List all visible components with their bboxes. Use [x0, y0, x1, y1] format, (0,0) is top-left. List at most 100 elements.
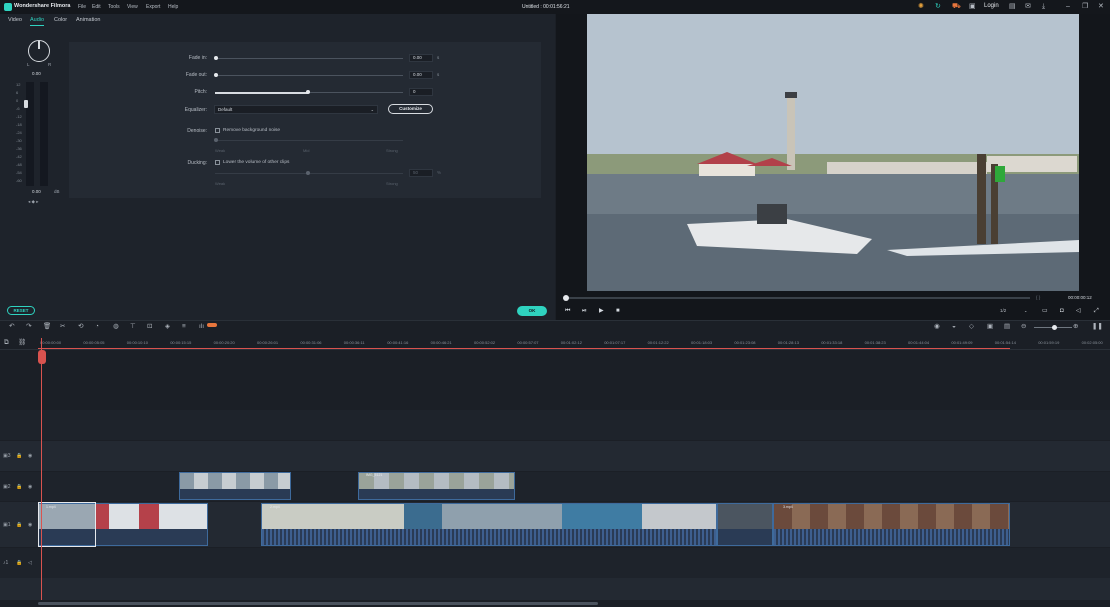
- mail-icon[interactable]: ✉: [1025, 3, 1031, 10]
- timeline-clip[interactable]: [773, 503, 1010, 546]
- lock-icon[interactable]: 🔒: [16, 560, 22, 566]
- left-level-meter: [26, 82, 34, 186]
- play-icon[interactable]: ▶: [599, 308, 604, 314]
- balance-knob[interactable]: [28, 40, 50, 62]
- playhead-handle[interactable]: [38, 350, 46, 364]
- fade-in-input[interactable]: 0.00: [409, 54, 433, 62]
- prev-frame-icon[interactable]: ⏮: [565, 308, 570, 314]
- marker-icon[interactable]: ◒: [952, 323, 956, 331]
- ducking-thumb[interactable]: [306, 171, 310, 175]
- stop-icon[interactable]: ■: [616, 308, 620, 314]
- keyframe-icon[interactable]: ◈: [165, 323, 170, 331]
- record-icon[interactable]: ▣: [987, 323, 993, 331]
- reset-button[interactable]: RESET: [7, 306, 35, 315]
- preview-progress-track[interactable]: [565, 297, 1030, 299]
- timeline-clip[interactable]: [717, 503, 773, 546]
- meter-scale-label: -42: [16, 154, 22, 159]
- meter-scale-label: -6: [16, 106, 20, 111]
- fade-in-thumb[interactable]: [214, 56, 218, 60]
- eye-icon[interactable]: ◉: [28, 453, 32, 459]
- fade-in-slider[interactable]: [215, 58, 403, 59]
- denoise-slider[interactable]: [215, 140, 403, 141]
- cart-icon[interactable]: ⛟: [952, 3, 961, 10]
- tab-color[interactable]: Color: [54, 17, 67, 23]
- pitch-input[interactable]: 0: [409, 88, 433, 96]
- meter-scale-label: -60: [16, 178, 22, 183]
- tab-video[interactable]: Video: [8, 17, 22, 23]
- minimize-icon[interactable]: –: [1066, 3, 1070, 10]
- redo-icon[interactable]: ↷: [26, 323, 31, 331]
- adjust-icon[interactable]: ≡: [182, 323, 186, 331]
- ok-button[interactable]: OK: [517, 306, 547, 316]
- ducking-checkbox[interactable]: [215, 160, 220, 165]
- playhead-line[interactable]: [41, 338, 42, 600]
- equalizer-select[interactable]: Default ⌄: [214, 105, 378, 114]
- gift-icon[interactable]: ▣: [969, 3, 976, 10]
- color-icon[interactable]: ◍: [113, 323, 119, 331]
- headset-icon[interactable]: ↻: [935, 3, 941, 10]
- menu-tools[interactable]: Tools: [108, 4, 120, 10]
- timeline-clip[interactable]: [179, 472, 291, 500]
- play-pause-icon[interactable]: ⏯: [582, 308, 587, 314]
- ducking-input[interactable]: 50: [409, 169, 433, 177]
- lock-icon[interactable]: 🔒: [16, 522, 22, 528]
- fade-out-input[interactable]: 0.00: [409, 71, 433, 79]
- menu-file[interactable]: File: [78, 4, 86, 10]
- tab-animation[interactable]: Animation: [76, 17, 100, 23]
- pause-panel-icon[interactable]: ❚❚: [1092, 323, 1103, 331]
- add-track-icon[interactable]: ⧉: [4, 339, 9, 347]
- save-icon[interactable]: ▤: [1009, 3, 1016, 10]
- zoom-in-icon[interactable]: ⊕: [1073, 323, 1078, 331]
- menu-edit[interactable]: Edit: [92, 4, 101, 10]
- preview-progress-thumb[interactable]: [563, 295, 569, 301]
- eye-icon[interactable]: ◉: [28, 522, 32, 528]
- shield-icon[interactable]: ◇: [969, 323, 974, 331]
- timeline-scrollbar[interactable]: [38, 602, 598, 605]
- lock-icon[interactable]: 🔒: [16, 484, 22, 490]
- timeline-clip[interactable]: [261, 503, 717, 546]
- ruler-tick-label: 00:02:05:00: [1081, 340, 1103, 345]
- speed-icon[interactable]: ◔: [95, 323, 99, 331]
- menu-view[interactable]: View: [127, 4, 138, 10]
- bulb-icon[interactable]: ✺: [918, 3, 924, 10]
- zoom-slider-thumb[interactable]: [1052, 325, 1057, 330]
- voiceover-icon[interactable]: ▤: [1004, 323, 1010, 331]
- fade-out-slider[interactable]: [215, 75, 403, 76]
- crop-icon[interactable]: ⟲: [78, 323, 83, 331]
- monitor-icon[interactable]: ▭: [1042, 308, 1048, 314]
- chevron-down-icon[interactable]: ⌄: [1024, 308, 1027, 314]
- preview-quality-select[interactable]: 1/2: [1000, 308, 1006, 313]
- customize-button[interactable]: Customize: [388, 104, 433, 114]
- menu-help[interactable]: Help: [168, 4, 178, 10]
- download-icon[interactable]: ⤓: [1042, 3, 1045, 10]
- audio-wave-icon[interactable]: ılı: [199, 323, 204, 331]
- denoise-thumb[interactable]: [214, 138, 218, 142]
- eye-icon[interactable]: ◉: [28, 484, 32, 490]
- freeze-icon[interactable]: ⊤: [130, 323, 136, 331]
- restore-icon[interactable]: ❐: [1082, 3, 1088, 10]
- link-icon[interactable]: ⛓: [18, 339, 26, 347]
- render-icon[interactable]: ◉: [934, 323, 940, 331]
- tab-audio[interactable]: Audio: [30, 17, 45, 26]
- close-icon[interactable]: ✕: [1098, 3, 1104, 10]
- denoise-checkbox[interactable]: [215, 128, 220, 133]
- snapshot-icon[interactable]: ◘: [1060, 308, 1064, 314]
- mark-in-out[interactable]: { }: [1036, 295, 1040, 300]
- zoom-icon[interactable]: ⊡: [147, 323, 152, 331]
- login-button[interactable]: Login: [984, 3, 999, 9]
- fade-out-thumb[interactable]: [214, 73, 218, 77]
- volume-icon[interactable]: ◁: [1076, 308, 1081, 314]
- lock-icon[interactable]: 🔒: [16, 453, 22, 459]
- zoom-out-icon[interactable]: ⊖: [1021, 323, 1026, 331]
- pitch-thumb[interactable]: [306, 90, 310, 94]
- menu-export[interactable]: Export: [146, 4, 160, 10]
- meter-controls-icon[interactable]: ◂ ◆ ▸: [28, 199, 38, 205]
- undo-icon[interactable]: ↶: [9, 323, 14, 331]
- cut-icon[interactable]: ✂: [60, 323, 65, 331]
- delete-icon[interactable]: 🗑: [43, 323, 51, 331]
- ducking-weak: Weak: [215, 181, 226, 186]
- denoise-strong: Strong: [386, 148, 398, 153]
- fullscreen-icon[interactable]: ⤢: [1094, 308, 1099, 314]
- speaker-icon[interactable]: ◁: [28, 560, 32, 566]
- volume-handle[interactable]: [24, 100, 28, 108]
